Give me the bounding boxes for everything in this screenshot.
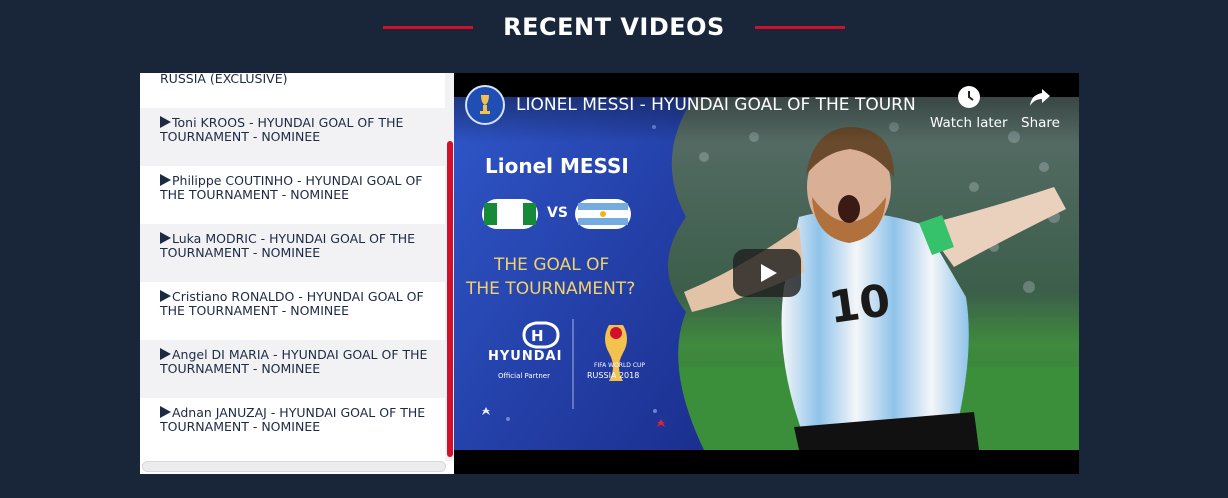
play-icon xyxy=(160,232,171,244)
horizontal-scrollbar[interactable] xyxy=(142,461,446,472)
thumbnail-vs: VS xyxy=(547,205,568,221)
title-rule-right xyxy=(754,25,845,29)
watch-later-label: Watch later xyxy=(930,115,1008,131)
thumbnail-headline-1: THE GOAL OF xyxy=(494,255,610,275)
svg-text:H: H xyxy=(531,327,544,345)
share-label: Share xyxy=(1021,115,1060,131)
section-header: RECENT VIDEOS xyxy=(0,10,1228,44)
playlist-item-label: Cristiano RONALDO - HYUNDAI GOAL OF THE … xyxy=(160,289,424,318)
playlist-item-label: Luka MODRIC - HYUNDAI GOAL OF THE TOURNA… xyxy=(160,231,416,260)
thumbnail-event-top: FIFA WORLD CUP xyxy=(594,362,646,369)
playlist-item-label: TOP 10 GOALS - 2018 FIFA WORLD CUP RUSSI… xyxy=(160,73,288,86)
youtube-player[interactable]: H Lionel MESSI VS THE GOAL OF THE TOURNA… xyxy=(454,73,1079,474)
playlist-item-label: Philippe COUTINHO - HYUNDAI GOAL OF THE … xyxy=(160,173,423,202)
vertical-scrollbar-thumb[interactable] xyxy=(447,141,453,457)
playlist-item[interactable]: Philippe COUTINHO - HYUNDAI GOAL OF THE … xyxy=(140,166,445,224)
playlist-items: TOP 10 GOALS - 2018 FIFA WORLD CUP RUSSI… xyxy=(140,73,445,456)
title-rule-left xyxy=(383,25,474,29)
play-button[interactable] xyxy=(733,249,801,297)
play-icon xyxy=(160,348,171,360)
play-icon xyxy=(160,174,171,186)
play-icon xyxy=(160,290,171,302)
trophy-icon xyxy=(480,95,490,114)
playlist-item[interactable]: Luka MODRIC - HYUNDAI GOAL OF THE TOURNA… xyxy=(140,224,445,282)
clock-icon xyxy=(957,86,980,108)
video-title[interactable]: LIONEL MESSI - HYUNDAI GOAL OF THE TOURN… xyxy=(516,95,916,115)
playlist-item-label: Angel DI MARIA - HYUNDAI GOAL OF THE TOU… xyxy=(160,347,428,376)
section-title: RECENT VIDEOS xyxy=(503,13,725,41)
play-icon xyxy=(160,116,171,128)
playlist-item[interactable]: Cristiano RONALDO - HYUNDAI GOAL OF THE … xyxy=(140,282,445,340)
share-icon xyxy=(1030,89,1051,106)
play-icon xyxy=(160,406,171,418)
playlist-item-label: Toni KROOS - HYUNDAI GOAL OF THE TOURNAM… xyxy=(160,115,404,144)
playlist-item[interactable]: Angel DI MARIA - HYUNDAI GOAL OF THE TOU… xyxy=(140,340,445,398)
thumbnail-sponsor: HYUNDAI xyxy=(488,349,563,364)
thumbnail-shirt-number: 10 xyxy=(825,274,894,335)
playlist-item-label: Adnan JANUZAJ - HYUNDAI GOAL OF THE TOUR… xyxy=(160,405,426,434)
play-icon xyxy=(761,264,777,282)
channel-avatar[interactable] xyxy=(465,85,505,125)
video-playlist[interactable]: TOP 10 GOALS - 2018 FIFA WORLD CUP RUSSI… xyxy=(140,73,454,474)
thumbnail-player-name: Lionel MESSI xyxy=(485,154,629,178)
share-button[interactable]: Share xyxy=(1021,85,1060,131)
thumbnail-headline-2: THE TOURNAMENT? xyxy=(466,279,636,299)
playlist-item[interactable]: TOP 10 GOALS - 2018 FIFA WORLD CUP RUSSI… xyxy=(140,73,445,108)
thumbnail-event: RUSSIA 2018 xyxy=(587,371,640,380)
watch-later-button[interactable]: Watch later xyxy=(930,85,1008,131)
playlist-item[interactable]: Adnan JANUZAJ - HYUNDAI GOAL OF THE TOUR… xyxy=(140,398,445,456)
playlist-item[interactable]: Toni KROOS - HYUNDAI GOAL OF THE TOURNAM… xyxy=(140,108,445,166)
thumbnail-sponsor-sub: Official Partner xyxy=(498,372,550,380)
